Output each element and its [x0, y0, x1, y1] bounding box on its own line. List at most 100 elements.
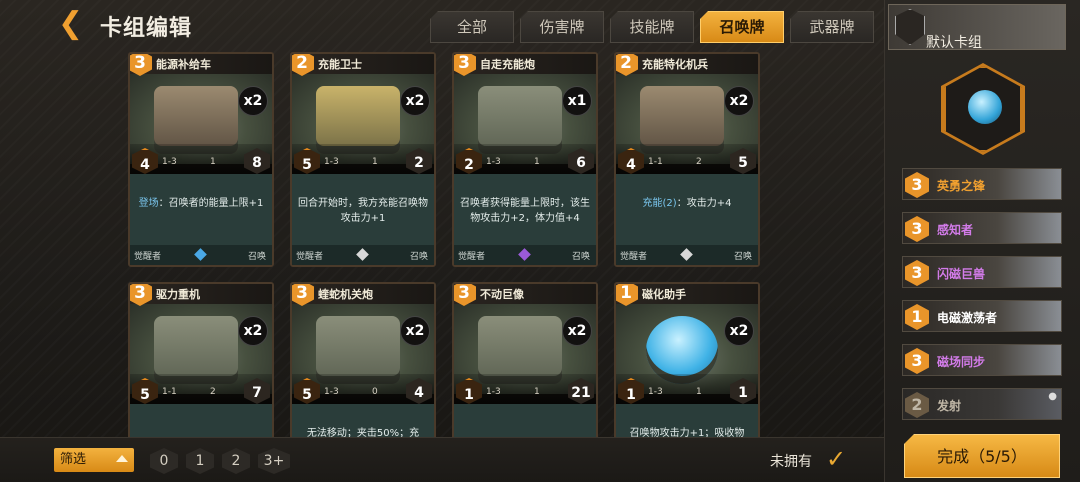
deck-item-cost: 1	[905, 304, 929, 330]
card-count: x2	[238, 86, 268, 116]
card-type: 召唤	[733, 252, 752, 262]
tab-skill[interactable]: 技能牌	[610, 11, 694, 43]
robot-icon	[968, 90, 1002, 124]
card-text: ：攻击力+4	[676, 198, 732, 209]
lock-icon: ●	[1048, 391, 1057, 402]
card-footer: 觉醒者 召唤	[616, 245, 758, 265]
page-title: 卡组编辑	[100, 16, 193, 41]
card-name: 能源补给车	[156, 58, 211, 71]
card-class: 觉醒者	[134, 252, 162, 262]
back-arrow-icon[interactable]: ❮	[58, 9, 96, 39]
rarity-gem-icon	[356, 248, 369, 261]
finish-button[interactable]: 完成（5/5）	[904, 434, 1060, 478]
card-name: 不动巨像	[480, 288, 524, 301]
range-value: 1-3	[324, 387, 339, 397]
card-name: 充能特化机兵	[642, 58, 708, 71]
card-footer: 觉醒者 召唤	[130, 245, 272, 265]
health-value: 4	[406, 378, 432, 404]
deck-item-name: 英勇之锋	[937, 179, 986, 193]
card-type: 召唤	[409, 252, 428, 262]
card-text: 回合开始时，我方充能召唤物攻击力+1	[298, 198, 428, 224]
checkmark-icon[interactable]: ✓	[826, 446, 856, 472]
card-type-tabs: 全部 伤害牌 技能牌 召唤牌 武器牌	[430, 11, 874, 43]
card-count: x2	[724, 86, 754, 116]
move-value: 2	[210, 387, 216, 397]
deck-emblem-icon	[895, 9, 925, 45]
card-count: x2	[400, 86, 430, 116]
card-stats: 1 1-3 1 1	[616, 374, 758, 404]
deck-item-name: 磁场同步	[937, 355, 986, 369]
deck-item-name: 感知者	[937, 223, 974, 237]
health-value: 8	[244, 148, 270, 174]
deck-item[interactable]: 3 磁场同步	[902, 344, 1062, 376]
deck-item[interactable]: 3 英勇之锋	[902, 168, 1062, 200]
card-name: 蝰蛇机关炮	[318, 288, 373, 301]
card-name: 自走充能炮	[480, 58, 535, 71]
move-value: 1	[210, 157, 216, 167]
card-grid: 能源补给车 3 x2 4 1-3 1 8 登场：召唤者的能量上限+1 觉醒者 召…	[128, 52, 760, 482]
deck-item[interactable]: 2 发射 ●	[902, 388, 1062, 420]
deck-item-name: 发射	[937, 399, 962, 413]
card-description: 充能(2)：攻击力+4	[616, 174, 758, 247]
card-stats: 4 1-1 2 5	[616, 144, 758, 174]
deck-item-name: 电磁激荡者	[937, 311, 998, 325]
tab-summon[interactable]: 召唤牌	[700, 11, 784, 43]
health-value: 2	[406, 148, 432, 174]
card-description: 回合开始时，我方充能召唤物攻击力+1	[292, 174, 434, 247]
card[interactable]: 自走充能炮 3 x1 2 1-3 1 6 召唤者获得能量上限时，该生物攻击力+2…	[452, 52, 598, 267]
range-value: 1-3	[324, 157, 339, 167]
card-type: 召唤	[571, 252, 590, 262]
card-footer: 觉醒者 召唤	[454, 245, 596, 265]
card-stats: 1 1-3 1 21	[454, 374, 596, 404]
deck-item[interactable]: 1 电磁激荡者	[902, 300, 1062, 332]
dropdown-arrow-icon	[116, 455, 128, 462]
deck-item[interactable]: 3 闪磁巨兽	[902, 256, 1062, 288]
health-value: 7	[244, 378, 270, 404]
card-stats: 5 1-3 0 4	[292, 374, 434, 404]
card-stats: 5 1-3 1 2	[292, 144, 434, 174]
tab-weapon[interactable]: 武器牌	[790, 11, 874, 43]
attack-value: 2	[456, 148, 482, 174]
card-stats: 2 1-3 1 6	[454, 144, 596, 174]
move-value: 1	[696, 387, 702, 397]
card-description: 召唤者获得能量上限时，该生物攻击力+2，体力值+4	[454, 174, 596, 247]
health-value: 6	[568, 148, 594, 174]
card-name: 充能卫士	[318, 58, 362, 71]
card-stats: 5 1-1 2 7	[130, 374, 272, 404]
tab-all[interactable]: 全部	[430, 11, 514, 43]
attack-value: 5	[294, 148, 320, 174]
move-value: 1	[534, 387, 540, 397]
card-name: 磁化助手	[642, 288, 686, 301]
rarity-gem-icon	[194, 248, 207, 261]
card-count: x1	[562, 86, 592, 116]
card-class: 觉醒者	[296, 252, 324, 262]
card[interactable]: 充能卫士 2 x2 5 1-3 1 2 回合开始时，我方充能召唤物攻击力+1 觉…	[290, 52, 436, 267]
move-value: 0	[372, 387, 378, 397]
deck-item[interactable]: 3 感知者	[902, 212, 1062, 244]
range-value: 1-3	[486, 387, 501, 397]
attack-value: 4	[132, 148, 158, 174]
tab-damage[interactable]: 伤害牌	[520, 11, 604, 43]
card[interactable]: 充能特化机兵 2 x2 4 1-1 2 5 充能(2)：攻击力+4 觉醒者 召唤	[614, 52, 760, 267]
card-text: ：召唤者的能量上限+1	[158, 198, 264, 209]
range-value: 1-3	[162, 157, 177, 167]
card-class: 觉醒者	[620, 252, 648, 262]
deck-name: 默认卡组	[926, 35, 982, 51]
card-type: 召唤	[247, 252, 266, 262]
not-owned-label: 未拥有	[770, 454, 812, 470]
card[interactable]: 能源补给车 3 x2 4 1-3 1 8 登场：召唤者的能量上限+1 觉醒者 召…	[128, 52, 274, 267]
card-keyword: 充能(2)	[642, 198, 677, 209]
card-stats: 4 1-3 1 8	[130, 144, 272, 174]
rarity-gem-icon	[680, 248, 693, 261]
attack-value: 4	[618, 148, 644, 174]
move-value: 2	[696, 157, 702, 167]
deck-item-cost: 3	[905, 216, 929, 242]
card-count: x2	[724, 316, 754, 346]
range-value: 1-1	[162, 387, 177, 397]
card-keyword: 登场	[138, 198, 159, 209]
filter-dropdown[interactable]: 筛选	[54, 448, 134, 472]
attack-value: 1	[618, 378, 644, 404]
range-value: 1-3	[486, 157, 501, 167]
card-footer: 觉醒者 召唤	[292, 245, 434, 265]
deck-item-cost: 3	[905, 348, 929, 374]
